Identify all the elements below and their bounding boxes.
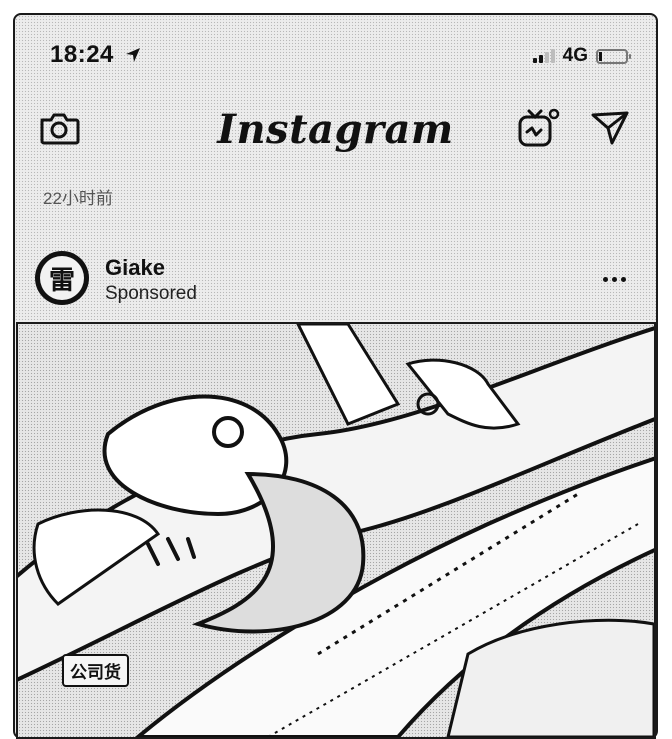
more-options-icon — [620, 276, 626, 282]
watermark-label: 公司货 — [62, 654, 129, 687]
status-time: 18:24 — [50, 41, 141, 70]
direct-message-icon — [590, 110, 630, 151]
status-bar: 18:24 4G — [15, 15, 656, 85]
top-navigation: Instagram — [15, 100, 656, 170]
igtv-icon — [516, 107, 560, 154]
status-indicators: 4G — [532, 45, 631, 66]
igtv-button[interactable] — [511, 100, 565, 160]
more-options-icon — [602, 276, 608, 282]
post-header: 雷 Giake Sponsored — [15, 245, 656, 325]
signal-bars-icon — [532, 49, 555, 63]
location-arrow-icon — [125, 42, 141, 70]
battery-icon — [596, 48, 631, 64]
network-type: 4G — [562, 45, 588, 66]
more-options-icon — [611, 276, 617, 282]
avatar-glyph: 雷 — [40, 256, 84, 300]
post-time-ago: 22小时前 — [43, 189, 113, 208]
avatar[interactable]: 雷 — [35, 251, 89, 305]
more-options-button[interactable] — [594, 267, 634, 291]
direct-message-button[interactable] — [583, 100, 637, 160]
post-image[interactable]: 公司货 — [16, 322, 656, 739]
status-time-text: 18:24 — [50, 41, 114, 68]
sponsored-label[interactable]: Sponsored — [105, 283, 197, 305]
account-name[interactable]: Giake — [105, 255, 165, 281]
